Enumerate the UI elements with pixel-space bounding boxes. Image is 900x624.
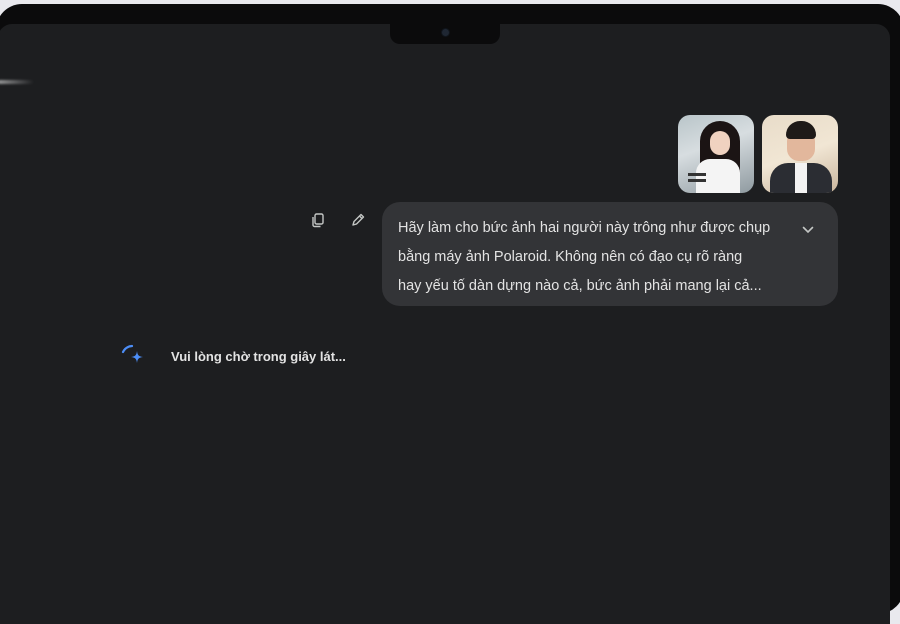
screen-glare [0, 80, 34, 84]
attachment-thumbnails [678, 115, 838, 193]
camera-notch [390, 24, 500, 44]
loading-status: Vui lòng chờ trong giây lát... [119, 342, 346, 370]
sparkle-spinner-icon [119, 342, 147, 370]
copy-icon[interactable] [308, 210, 328, 230]
attachment-man-photo[interactable] [762, 115, 838, 193]
chevron-down-icon[interactable] [800, 222, 816, 238]
user-message-bubble: Hãy làm cho bức ảnh hai người này trông … [382, 202, 838, 306]
webcam-icon [442, 29, 449, 36]
app-screen: Hãy làm cho bức ảnh hai người này trông … [0, 24, 890, 624]
user-message-line: bằng máy ảnh Polaroid. Không nên có đạo … [398, 249, 743, 265]
loading-text: Vui lòng chờ trong giây lát... [171, 348, 346, 364]
user-message-line: Hãy làm cho bức ảnh hai người này trông … [398, 220, 771, 236]
laptop-frame: Hãy làm cho bức ảnh hai người này trông … [0, 4, 900, 624]
user-message-line: hay yếu tố dàn dựng nào cả, bức ảnh phải… [398, 278, 762, 294]
attachment-woman-photo[interactable] [678, 115, 754, 193]
edit-icon[interactable] [348, 210, 368, 230]
